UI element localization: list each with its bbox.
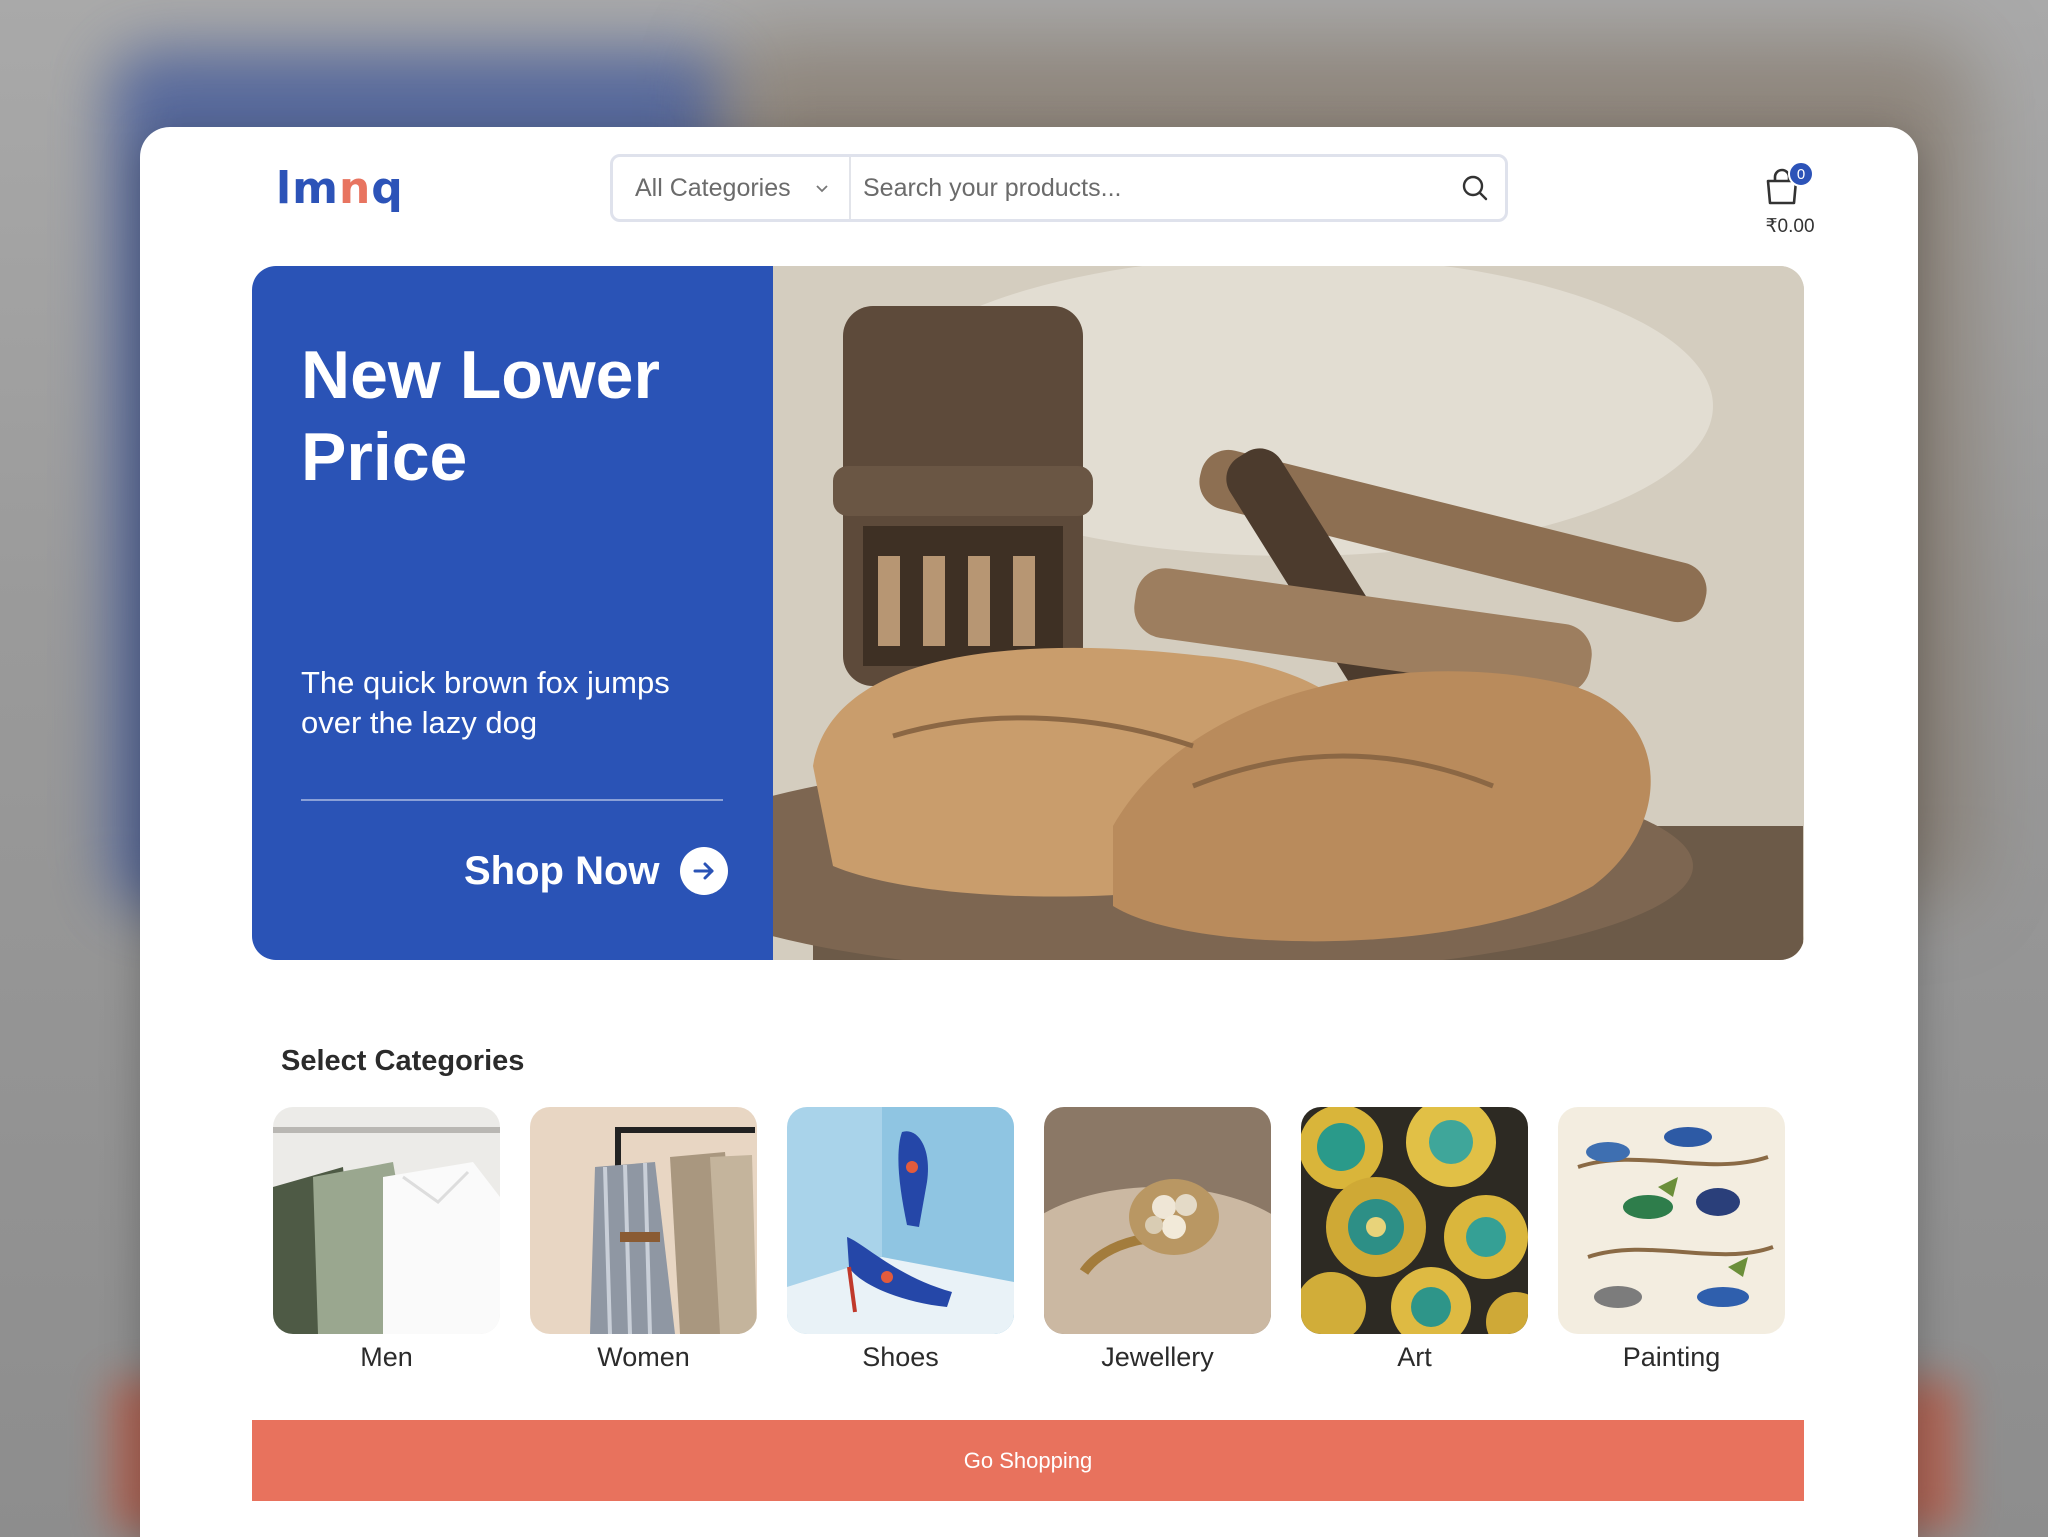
category-shoes-label: Shoes: [862, 1342, 939, 1372]
category-jewellery[interactable]: Jewellery: [1044, 1107, 1271, 1373]
search-input[interactable]: [851, 157, 1445, 219]
app-window: lmnq All Categories 0 ₹0.00 New Lower Pr…: [140, 127, 1918, 1537]
cart-button[interactable]: 0 ₹0.00: [1750, 147, 1830, 237]
category-art-image: [1301, 1107, 1528, 1334]
categories-list: Men Women Shoes Jewellery Art Painting: [273, 1107, 1815, 1373]
chevron-down-icon: [816, 185, 828, 193]
category-painting[interactable]: Painting: [1558, 1107, 1785, 1373]
category-women[interactable]: Women: [530, 1107, 757, 1373]
category-jewellery-image: [1044, 1107, 1271, 1334]
hero-divider: [301, 799, 723, 801]
category-dropdown-label: All Categories: [635, 173, 791, 202]
categories-heading: Select Categories: [281, 1045, 525, 1077]
category-men-image: [273, 1107, 500, 1334]
category-men[interactable]: Men: [273, 1107, 500, 1373]
cart-total: ₹0.00: [1765, 216, 1815, 237]
shop-now-button[interactable]: Shop Now: [464, 847, 728, 895]
hero-title: New Lower Price: [301, 337, 660, 495]
category-jewellery-label: Jewellery: [1101, 1342, 1214, 1372]
category-painting-image: [1558, 1107, 1785, 1334]
category-art-label: Art: [1397, 1342, 1432, 1372]
category-women-label: Women: [597, 1342, 690, 1372]
search-bar: All Categories: [610, 154, 1508, 222]
cart-count-badge: 0: [1788, 161, 1814, 187]
hero-image: [773, 266, 1804, 960]
go-shopping-button[interactable]: Go Shopping: [252, 1420, 1804, 1501]
hero-subtitle: The quick brown fox jumps over the lazy …: [301, 665, 670, 740]
hero-banner: New Lower Price The quick brown fox jump…: [252, 266, 1804, 960]
arrow-right-icon: [679, 847, 728, 895]
category-art[interactable]: Art: [1301, 1107, 1528, 1373]
search-icon[interactable]: [1445, 157, 1505, 219]
brand-logo[interactable]: lmnq: [276, 163, 404, 214]
hero-text-panel: New Lower Price The quick brown fox jump…: [252, 266, 773, 960]
category-shoes[interactable]: Shoes: [787, 1107, 1014, 1373]
category-painting-label: Painting: [1622, 1342, 1721, 1372]
shop-now-label: Shop Now: [464, 848, 660, 893]
category-women-image: [530, 1107, 757, 1334]
category-shoes-image: [787, 1107, 1014, 1334]
category-dropdown[interactable]: All Categories: [613, 157, 851, 219]
category-men-label: Men: [360, 1342, 413, 1372]
